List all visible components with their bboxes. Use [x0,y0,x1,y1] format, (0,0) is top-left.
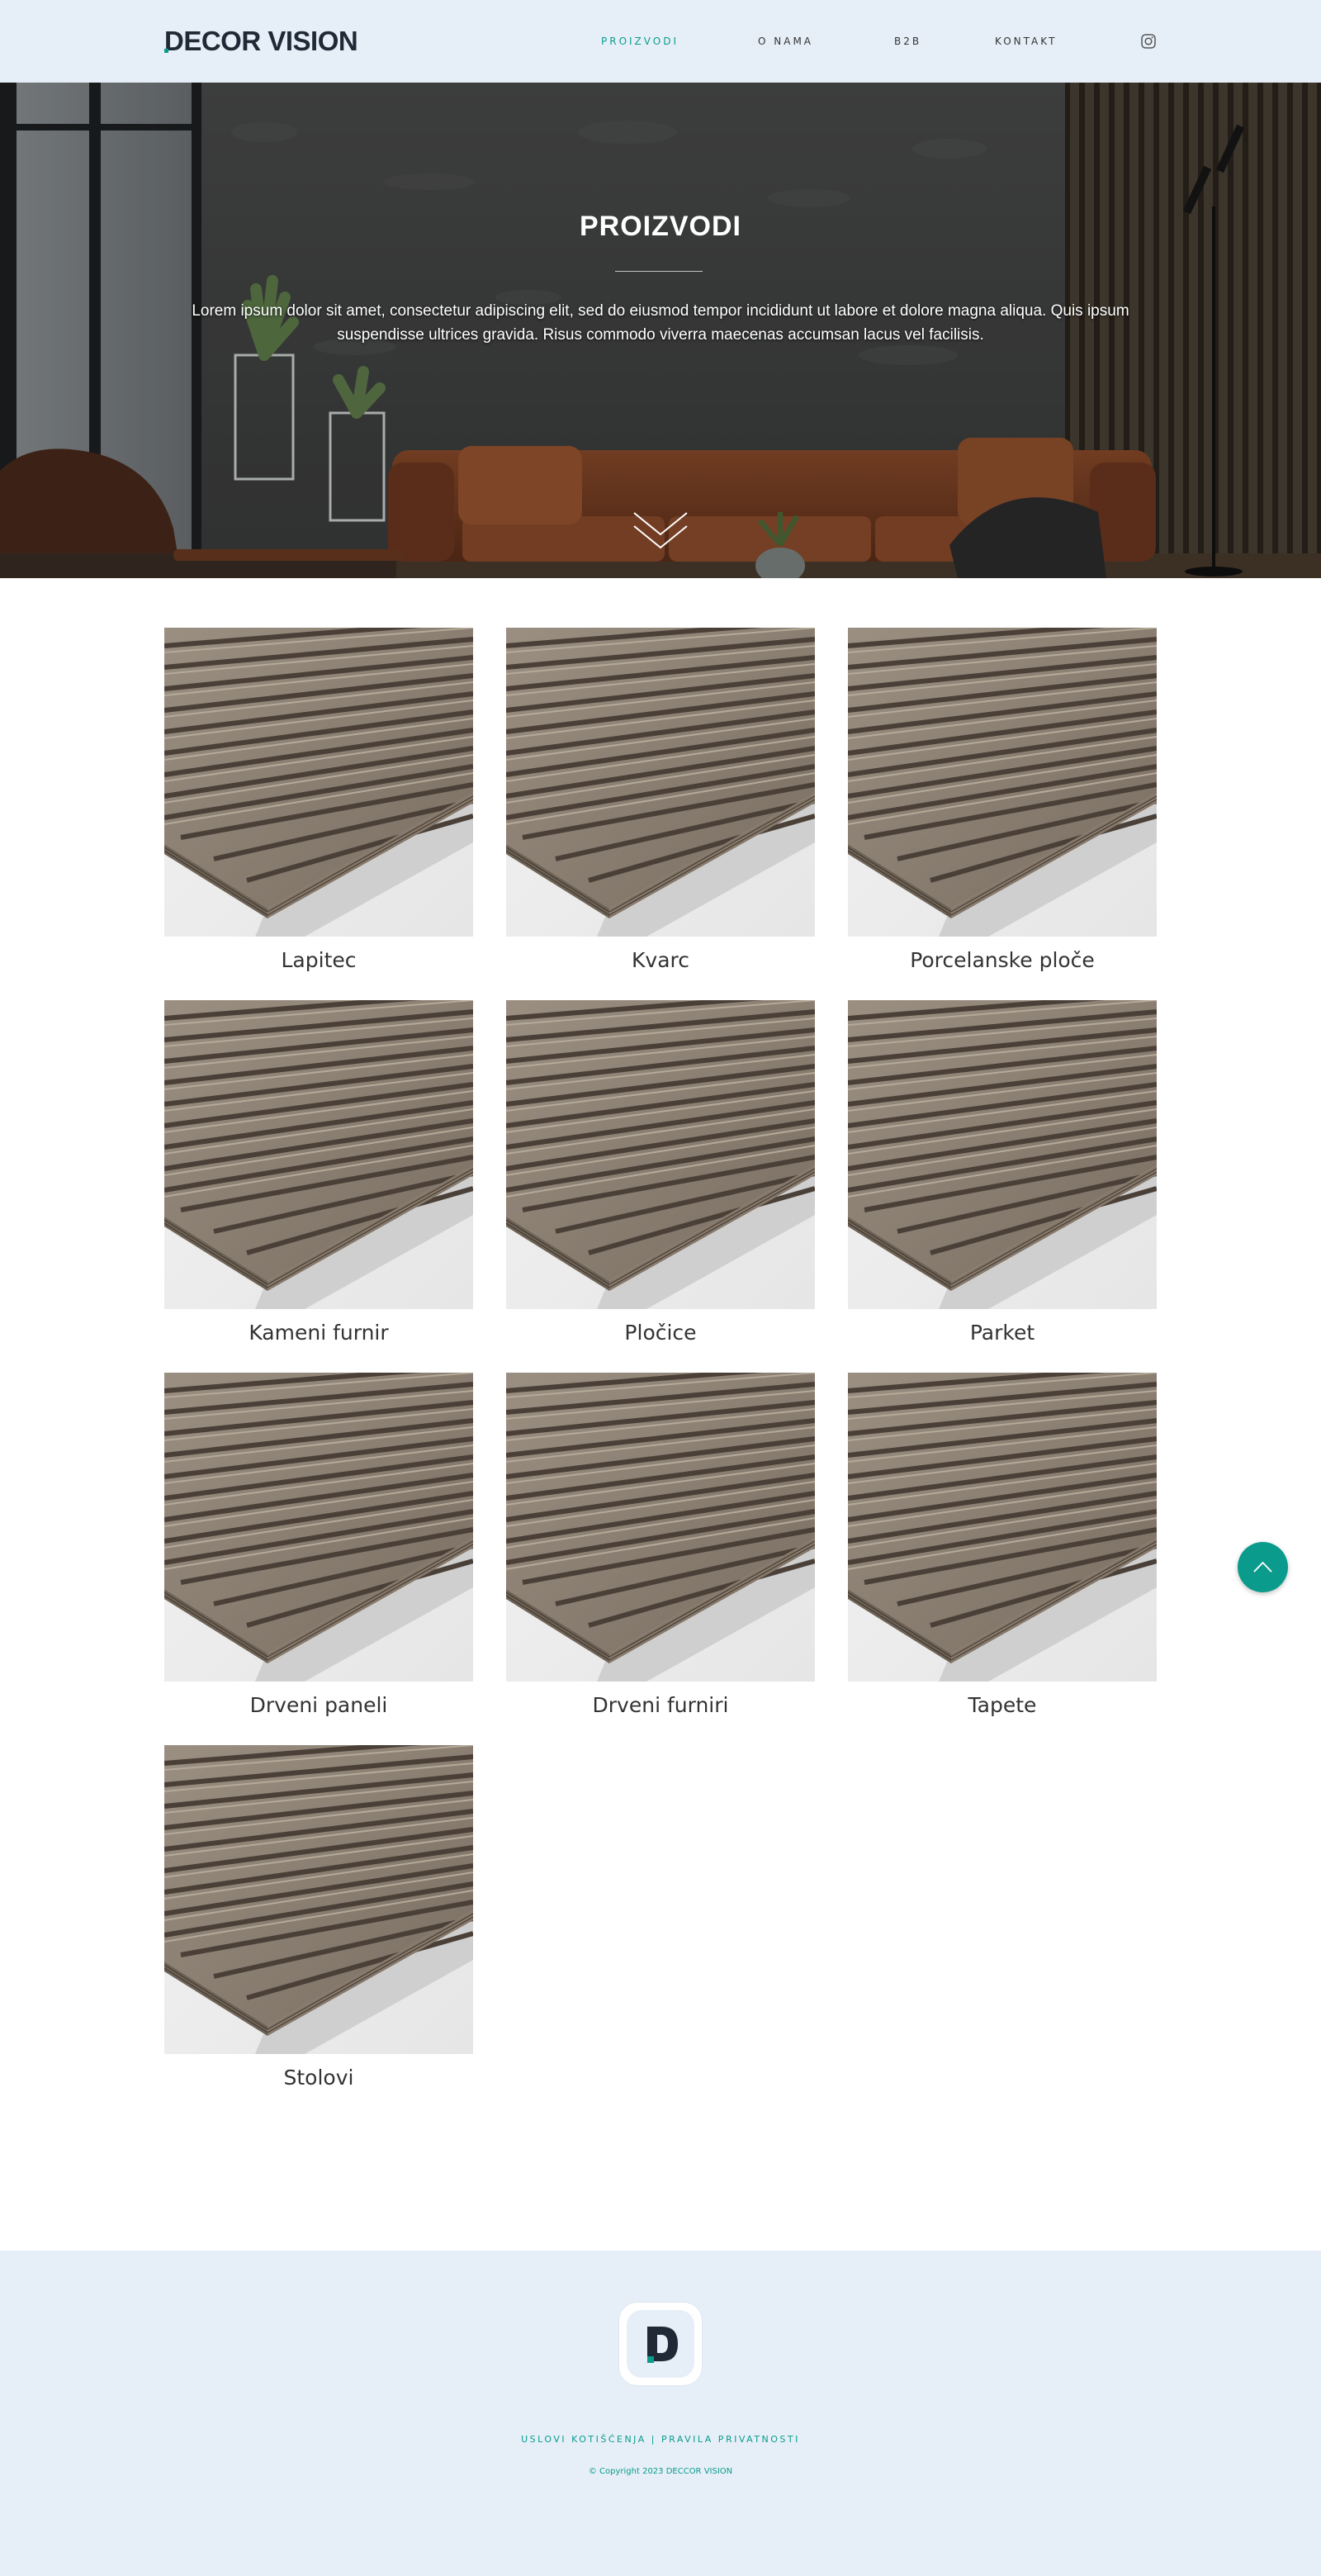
product-image [848,628,1157,937]
product-card-tapete[interactable]: Tapete [848,1373,1157,1718]
main-nav: PROIZVODI O NAMA B2B KONTAKT [0,33,1321,50]
product-image [164,1000,473,1309]
product-label: Pločice [624,1321,697,1345]
product-image [506,628,815,937]
product-label: Kameni furnir [249,1321,389,1345]
product-grid: Lapitec Kvarc Porcelanske ploče Kameni f… [0,578,1321,2251]
product-card-stolovi[interactable]: Stolovi [164,1745,473,2090]
hero-banner: PROIZVODI Lorem ipsum dolor sit amet, co… [0,83,1321,578]
chevron-up-icon [1253,1561,1272,1573]
hero-title: PROIZVODI [579,211,742,242]
product-label: Lapitec [281,948,357,972]
hero-description: Lorem ipsum dolor sit amet, consectetur … [192,302,1129,344]
product-card-drveni-paneli[interactable]: Drveni paneli [164,1373,473,1718]
product-label: Tapete [968,1693,1037,1717]
product-card-kameni-furnir[interactable]: Kameni furnir [164,1000,473,1345]
product-label: Stolovi [283,2066,354,2090]
product-card-plocice[interactable]: Pločice [506,1000,815,1345]
copyright-text: © Copyright 2023 DECCOR VISION [588,2467,733,2476]
product-image [164,1373,473,1682]
chevron-down-double-icon[interactable] [632,508,689,553]
product-image [164,628,473,937]
nav-item-o-nama[interactable]: O NAMA [758,33,813,50]
product-label: Drveni paneli [249,1693,388,1717]
product-label: Porcelanske ploče [910,948,1095,972]
product-card-parket[interactable]: Parket [848,1000,1157,1345]
product-image [164,1745,473,2054]
nav-item-b2b[interactable]: B2B [894,33,921,50]
footer-link-separator: | [651,2434,656,2445]
product-label: Drveni furniri [592,1693,729,1717]
instagram-icon[interactable] [1140,33,1157,50]
nav-item-kontakt[interactable]: KONTAKT [995,33,1058,50]
product-card-porcelanske-ploce[interactable]: Porcelanske ploče [848,628,1157,973]
product-image [506,1000,815,1309]
product-card-kvarc[interactable]: Kvarc [506,628,815,973]
product-image [848,1373,1157,1682]
product-card-lapitec[interactable]: Lapitec [164,628,473,973]
product-label: Kvarc [632,948,689,972]
product-image [848,1000,1157,1309]
site-footer: USLOVI KOTIŠĆENJA | PRAVILA PRIVATNOSTI © … [0,2251,1321,2576]
product-image [506,1373,815,1682]
nav-item-proizvodi[interactable]: PROIZVODI [601,33,679,50]
product-label: Parket [969,1321,1035,1345]
terms-link[interactable]: USLOVI KOTIŠĆENJA [521,2434,646,2445]
hero-divider [615,271,703,272]
logo-mark [627,2310,694,2378]
site-header: DECOR VISION PROIZVODI O NAMA B2B KONTAK… [0,0,1321,83]
product-card-drveni-furniri[interactable]: Drveni furniri [506,1373,815,1718]
footer-links: USLOVI KOTIŠĆENJA | PRAVILA PRIVATNOSTI [0,2434,1321,2445]
privacy-link[interactable]: PRAVILA PRIVATNOSTI [661,2434,800,2445]
back-to-top-button[interactable] [1238,1542,1288,1592]
footer-logo[interactable] [619,2303,702,2385]
